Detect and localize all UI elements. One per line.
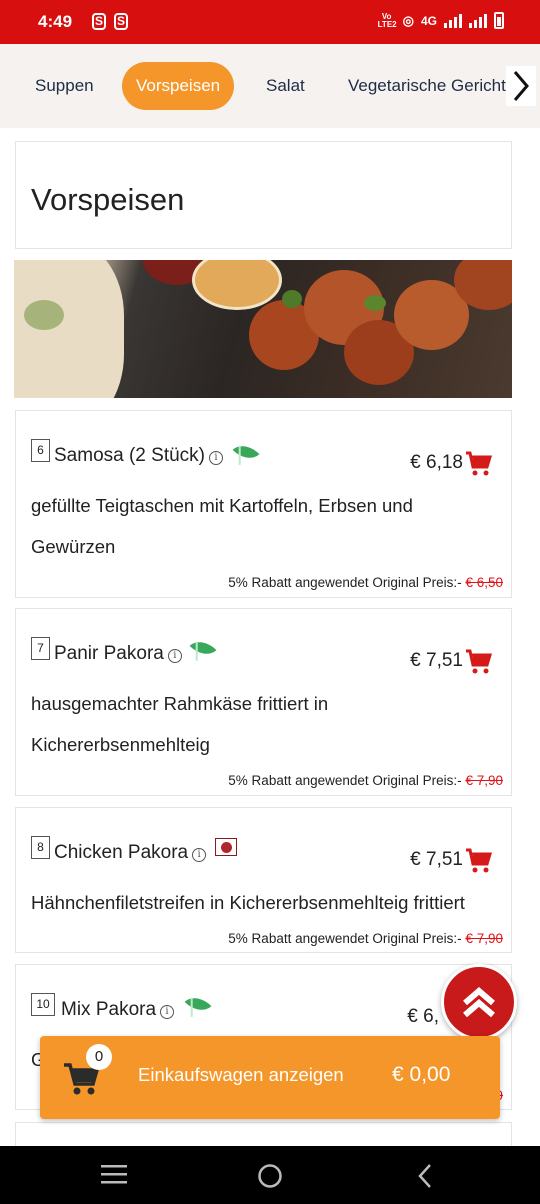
- status-bar: 4:49 S S Vo LTE2 ◎ 4G: [0, 0, 540, 44]
- menu-item[interactable]: 6 Samosa (2 Stück) i € 6,18 gefüllte Teig…: [15, 410, 512, 598]
- system-navigation-bar: [0, 1146, 540, 1204]
- signal-icon: [444, 13, 462, 28]
- non-vegetarian-icon: [215, 838, 237, 856]
- cart-icon[interactable]: [465, 848, 493, 874]
- status-time: 4:49: [38, 12, 73, 31]
- cart-icon[interactable]: [465, 451, 493, 477]
- recent-apps-icon[interactable]: [101, 1164, 127, 1184]
- item-price: € 7,51: [410, 849, 463, 870]
- info-icon[interactable]: i: [192, 848, 207, 862]
- app-notification-icon: S: [92, 13, 106, 30]
- tab-salat[interactable]: Salat: [266, 62, 305, 110]
- item-name: Chicken Pakora i: [54, 842, 207, 864]
- discount-note: 5% Rabatt angewendet Original Preis:- € …: [228, 773, 503, 788]
- tab-vorspeisen[interactable]: Vorspeisen: [122, 62, 235, 110]
- scroll-to-top-button[interactable]: [441, 964, 517, 1040]
- item-number: 8: [31, 836, 50, 859]
- vegetarian-leaf-icon: [232, 438, 260, 466]
- cart-count-badge: 0: [86, 1044, 112, 1070]
- item-description: gefüllte Teigtaschen mit Kartoffeln, Erb…: [31, 495, 413, 557]
- discount-text: 5% Rabatt angewendet Original Preis:-: [228, 773, 462, 788]
- item-name: Panir Pakora i: [54, 643, 182, 665]
- discount-text: 5% Rabatt angewendet Original Preis:-: [228, 575, 462, 590]
- item-name-text: Chicken Pakora: [54, 842, 189, 863]
- vegetarian-leaf-icon: [189, 634, 217, 662]
- menu-item[interactable]: 7 Panir Pakora i € 7,51 hausgemachter Rah…: [15, 608, 512, 796]
- cart-total: € 0,00: [392, 1063, 451, 1086]
- item-price: € 6,: [407, 1006, 439, 1027]
- cart-icon[interactable]: [465, 649, 493, 675]
- original-price: € 6,50: [465, 575, 503, 590]
- info-icon[interactable]: i: [209, 451, 223, 465]
- original-price: € 7,90: [465, 931, 503, 946]
- item-name: Samosa (2 Stück) i: [54, 445, 223, 467]
- discount-note: 5% Rabatt angewendet Original Preis:- € …: [228, 931, 503, 946]
- vegetarian-leaf-icon: [184, 990, 212, 1018]
- original-price: € 7,90: [465, 773, 503, 788]
- volte-indicator: Vo LTE2: [377, 11, 397, 29]
- section-image: [14, 260, 512, 398]
- signal-icon: [469, 13, 487, 28]
- item-name-text: Samosa (2 Stück): [54, 445, 205, 466]
- discount-text: 5% Rabatt angewendet Original Preis:-: [228, 931, 462, 946]
- info-icon[interactable]: i: [167, 649, 182, 663]
- item-number: 6: [31, 439, 50, 462]
- item-name-text: Panir Pakora: [54, 643, 164, 664]
- discount-note: 5% Rabatt angewendet Original Preis:- € …: [228, 575, 503, 590]
- item-description: hausgemachter Rahmkäse frittiert in Kich…: [31, 693, 329, 755]
- item-name-text: Mix Pakora: [61, 999, 157, 1020]
- scroll-to-top-icon: [463, 987, 495, 1018]
- status-indicators: Vo LTE2 ◎ 4G: [378, 12, 504, 29]
- battery-icon: [494, 12, 504, 29]
- item-price: € 6,18: [410, 452, 463, 473]
- view-cart-label: Einkaufswagen anzeigen: [138, 1064, 344, 1085]
- item-number: 10: [31, 993, 55, 1016]
- app-notification-icon: S: [114, 13, 128, 30]
- section-title: Vorspeisen: [31, 182, 185, 217]
- view-cart-button[interactable]: 0 Einkaufswagen anzeigen € 0,00: [40, 1036, 500, 1119]
- item-description: Hähnchenfiletstreifen in Kichererbsenmeh…: [31, 892, 465, 913]
- tab-suppen[interactable]: Suppen: [35, 62, 94, 110]
- home-icon[interactable]: [257, 1163, 283, 1189]
- tab-vegetarische-gerichte[interactable]: Vegetarische Gericht: [348, 62, 506, 110]
- item-price: € 7,51: [410, 650, 463, 671]
- menu-item[interactable]: 8 Chicken Pakora i € 7,51 Hähnchenfiletst…: [15, 807, 512, 953]
- item-number: 7: [31, 637, 50, 660]
- network-type: 4G: [420, 13, 437, 28]
- info-icon[interactable]: i: [160, 1005, 175, 1019]
- item-name: Mix Pakora i: [61, 999, 175, 1021]
- hotspot-icon: ◎: [402, 12, 414, 28]
- section-header: Vorspeisen: [15, 141, 512, 249]
- chevron-right-icon[interactable]: [506, 66, 536, 106]
- back-icon[interactable]: [416, 1163, 434, 1189]
- category-tabs: Suppen Vorspeisen Salat Vegetarische Ger…: [0, 44, 540, 128]
